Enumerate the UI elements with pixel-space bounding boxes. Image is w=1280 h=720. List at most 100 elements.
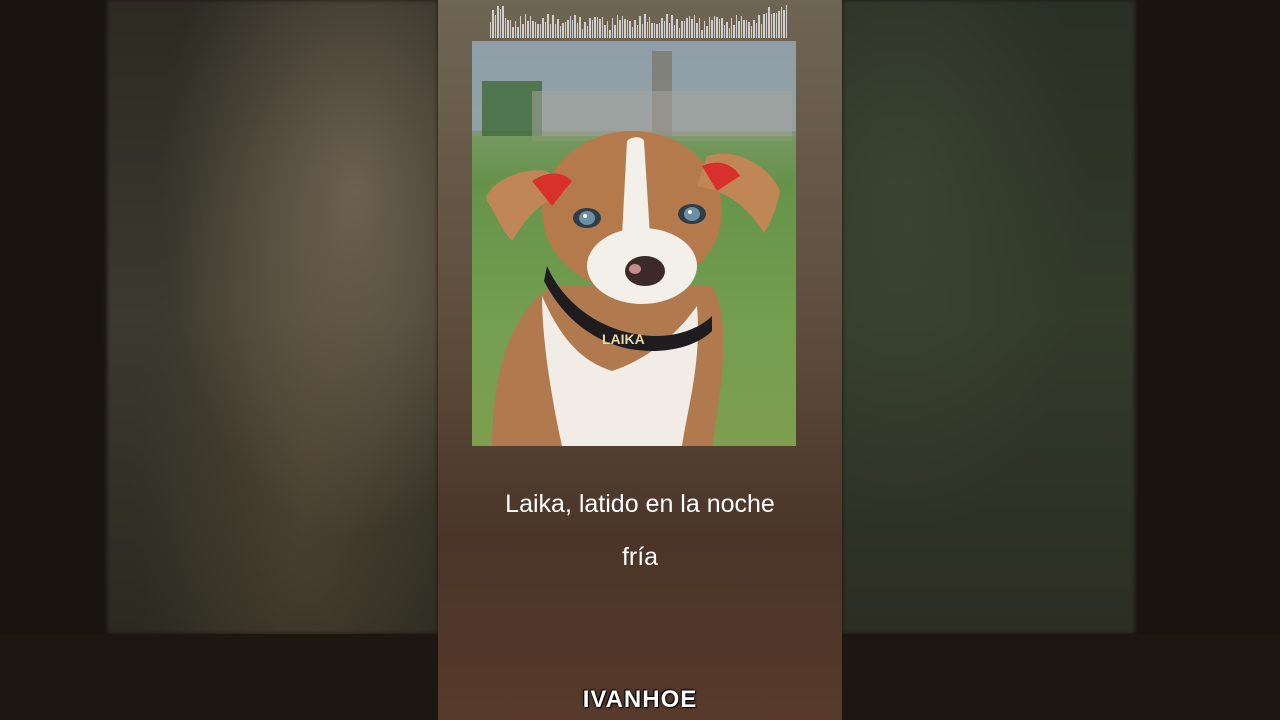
waveform-bar [626,20,629,38]
waveform-bar [567,19,569,38]
waveform-bar [629,20,631,38]
waveform-bar [527,20,529,38]
waveform-bar [726,21,728,38]
waveform-bar [653,22,656,38]
waveform-bar [738,20,740,38]
waveform-bar [701,30,703,38]
waveform-bar [673,25,676,38]
waveform-bar [534,22,537,38]
blurred-background-left [107,0,438,634]
waveform-bar [604,24,606,38]
waveform-bar [681,21,683,38]
waveform-bar [644,14,646,38]
waveform-bar [601,17,604,38]
waveform-bar [646,21,648,38]
waveform-bar [507,19,509,38]
waveform-bar [783,9,785,38]
waveform-bar [621,15,624,38]
waveform-bar [718,18,721,38]
waveform-bar [544,22,547,38]
waveform-bar [532,21,534,38]
waveform-bar [733,24,735,38]
waveform-bar [753,19,755,38]
waveform-bar [554,23,557,38]
waveform-bar [557,18,559,38]
puppy-photo: LAIKA [472,41,796,446]
waveform-bar [576,23,579,38]
waveform-bar [539,24,542,38]
waveform-bar [569,16,571,38]
waveform-bar [743,20,745,38]
waveform-bar [698,17,701,38]
waveform-bar [735,14,738,38]
waveform-bar [780,7,783,38]
waveform-bar [522,23,524,38]
waveform-bar [547,14,549,38]
waveform-bar [631,26,634,38]
waveform-bar [636,25,639,38]
waveform-bar [639,15,641,38]
waveform-bar [524,14,527,38]
waveform-bar [785,4,788,38]
waveform-bar [517,26,519,38]
waveform-bar [728,28,730,38]
waveform-bar [721,18,723,38]
waveform-bar [651,22,653,38]
waveform-bar [706,26,708,38]
waveform-bar [748,22,750,38]
waveform-bar [711,20,713,38]
waveform-bar [559,25,562,38]
waveform-bar [666,14,668,38]
waveform-bar [663,21,666,38]
waveform-bar [614,24,616,38]
waveform-bar [537,24,539,38]
waveform-bar [668,22,671,38]
waveform-bar [765,12,768,38]
waveform-bar [606,20,609,38]
waveform-bar [497,6,499,38]
waveform-bar [696,23,698,38]
waveform-bar [773,13,775,38]
waveform-bar [740,15,743,38]
waveform-bar [512,26,514,38]
waveform-bar [760,23,763,38]
waveform-bar [579,16,581,38]
waveform-bar [624,18,626,38]
waveform-bar [661,17,663,38]
waveform-bar [502,6,504,38]
waveform-bar [649,16,651,38]
waveform-bar [589,18,591,38]
waveform-bar [750,25,753,38]
waveform-bar [745,20,748,38]
waveform-bar [571,19,574,38]
waveform-bar [686,18,688,38]
waveform-bar [775,13,778,38]
waveform-bar [594,16,596,38]
waveform-bar [542,18,544,38]
waveform-bar [730,17,733,38]
waveform-bar [611,18,614,38]
waveform-bar [564,21,567,38]
waveform-bar [770,14,773,38]
waveform-bar [494,14,497,38]
puppy-illustration: LAIKA [472,41,796,446]
waveform-bar [586,26,589,38]
waveform-bar [562,22,564,38]
lyric-line-2: fría [621,543,659,571]
waveform-bar [584,21,586,38]
brand-watermark: IVANHOE [582,686,698,713]
waveform-bar [581,28,584,38]
waveform-bar [549,23,552,38]
waveform-bar [596,16,599,38]
waveform-bar [755,23,758,38]
waveform-bar [683,21,686,38]
waveform-bar [693,15,696,38]
waveform-bar [713,16,716,38]
waveform-bar [552,14,554,38]
waveform-bar [758,15,760,38]
waveform-bar [519,16,522,38]
waveform-bar [514,21,517,38]
waveform-bar [499,9,502,38]
waveform-bar [656,23,658,38]
waveform-bar [599,18,601,38]
